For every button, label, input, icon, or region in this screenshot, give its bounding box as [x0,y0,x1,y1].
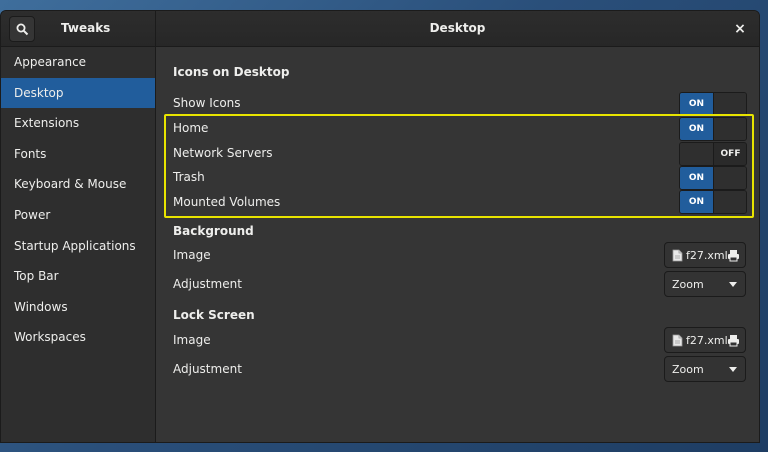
sidebar-item-appearance[interactable]: Appearance [1,47,155,78]
sidebar-item-workspaces[interactable]: Workspaces [1,322,155,353]
background-image-chooser[interactable]: f27.xml [664,242,746,268]
home-label: Home [173,121,209,135]
trash-label: Trash [173,170,205,184]
lockscreen-adjustment-dropdown[interactable]: Zoom [664,356,746,382]
sidebar-item-startup-applications[interactable]: Startup Applications [1,231,155,262]
background-adjustment-dropdown[interactable]: Zoom [664,271,746,297]
lockscreen-image-chooser[interactable]: f27.xml [664,327,746,353]
trash-switch[interactable]: ON [679,166,747,190]
switch-on-label: ON [680,167,713,189]
mounted-volumes-label: Mounted Volumes [173,195,281,209]
sidebar-item-power[interactable]: Power [1,200,155,231]
sidebar-item-fonts[interactable]: Fonts [1,139,155,170]
printer-icon [728,250,739,262]
chevron-down-icon [729,367,737,372]
document-icon [672,249,683,262]
chevron-down-icon [729,282,737,287]
sidebar-item-extensions[interactable]: Extensions [1,108,155,139]
home-switch[interactable]: ON [679,117,747,141]
network-servers-switch[interactable]: OFF [679,142,747,166]
sidebar-item-desktop[interactable]: Desktop [1,77,155,109]
section-title-icons: Icons on Desktop [173,65,290,79]
lockscreen-file-name: f27.xml [686,334,728,347]
section-title-background: Background [173,224,254,238]
network-servers-label: Network Servers [173,146,273,160]
switch-knob [713,191,746,213]
switch-on-label: ON [680,118,713,140]
switch-off-label: OFF [720,149,741,159]
header-left-pane: Tweaks [1,11,156,47]
switch-knob [713,118,746,140]
tweaks-window: Tweaks Desktop × Appearance Desktop Exte… [0,10,760,443]
switch-on-label: ON [680,93,713,115]
switch-knob [713,167,746,189]
section-title-lock-screen: Lock Screen [173,308,255,322]
switch-on-label: ON [680,191,713,213]
page-title: Desktop [429,21,486,35]
printer-icon [728,335,739,347]
background-image-label: Image [173,248,211,262]
mounted-volumes-switch[interactable]: ON [679,190,747,214]
sidebar-item-top-bar[interactable]: Top Bar [1,261,155,292]
show-icons-switch[interactable]: ON [679,92,747,116]
lockscreen-adjustment-value: Zoom [672,363,704,376]
background-file-name: f27.xml [686,249,728,262]
lockscreen-image-label: Image [173,333,211,347]
close-icon[interactable]: × [731,20,749,38]
show-icons-label: Show Icons [173,96,241,110]
search-button[interactable] [9,16,35,42]
sidebar: Appearance Desktop Extensions Fonts Keyb… [1,47,156,442]
app-title: Tweaks [61,21,111,35]
settings-content: Icons on Desktop Show Icons ON Home ON N… [157,47,759,442]
search-icon [16,23,29,36]
lockscreen-adjustment-label: Adjustment [173,362,242,376]
switch-knob [680,143,714,165]
background-adjustment-value: Zoom [672,278,704,291]
sidebar-item-keyboard-mouse[interactable]: Keyboard & Mouse [1,169,155,200]
background-adjustment-label: Adjustment [173,277,242,291]
document-icon [672,334,683,347]
header-bar: Tweaks Desktop × [1,11,759,47]
switch-knob [713,93,746,115]
sidebar-item-windows[interactable]: Windows [1,292,155,323]
